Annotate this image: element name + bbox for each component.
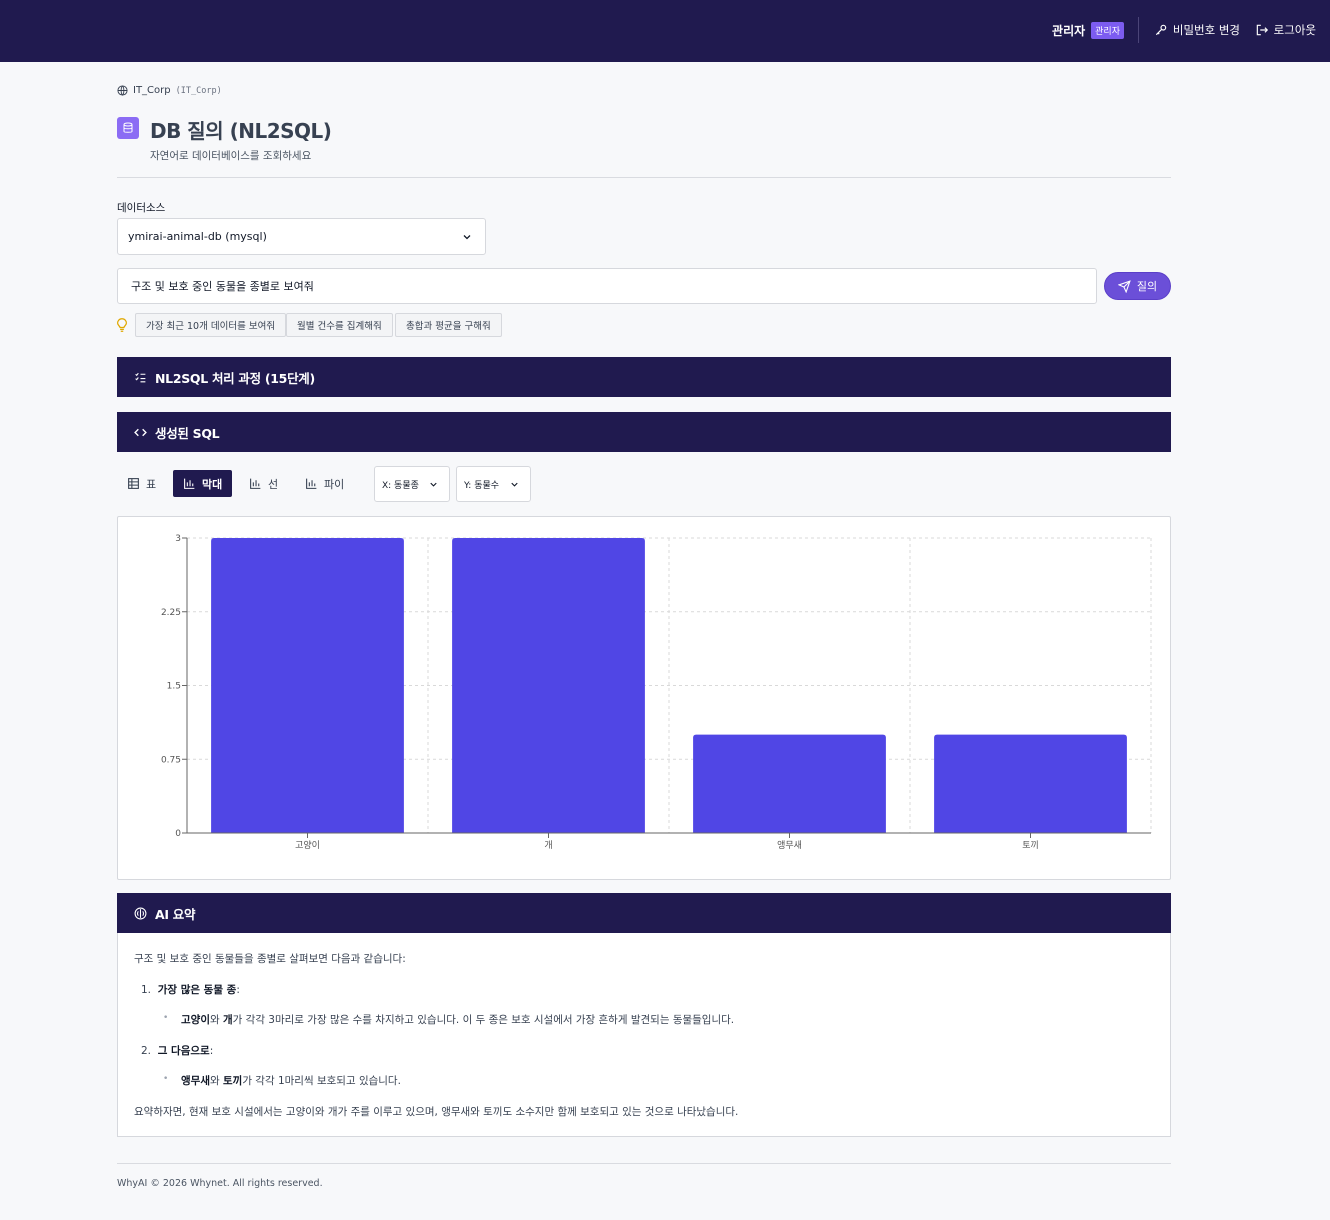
summary-item-2-text: 가 각각 1마리씩 보호되고 있습니다. xyxy=(242,1075,401,1087)
sql-panel-header[interactable]: 생성된 SQL xyxy=(117,412,1171,452)
summary-item-2-number: 2. xyxy=(141,1045,152,1057)
suggestion-chip[interactable]: 가장 최근 10개 데이터를 보여줘 xyxy=(135,313,287,337)
summary-item-2-detail: 앵무새와 토끼가 각각 1마리씩 보호되고 있습니다. xyxy=(181,1073,401,1088)
summary-item-2-colon: : xyxy=(209,1045,214,1057)
submit-query-button[interactable]: 질의 xyxy=(1104,272,1171,300)
tab-bar[interactable]: 막대 xyxy=(173,470,233,497)
chevron-down-icon xyxy=(463,234,471,239)
datasource-label: 데이터소스 xyxy=(117,202,166,214)
navbar-divider xyxy=(1138,17,1139,43)
table-icon xyxy=(128,478,139,489)
tab-bar-label: 막대 xyxy=(202,477,223,491)
y-axis-value: Y: 동물수 xyxy=(464,480,500,491)
summary-item-2-heading: 그 다음으로 xyxy=(157,1045,210,1057)
summary-animal-parrot: 앵무새 xyxy=(181,1075,210,1087)
footer-divider xyxy=(117,1163,1171,1164)
globe-icon xyxy=(117,85,128,96)
y-tick-label: 1.5 xyxy=(167,682,181,692)
logout-label: 로그아웃 xyxy=(1273,23,1316,37)
pie-chart-icon xyxy=(306,478,317,489)
suggestion-chip[interactable]: 총합과 평균을 구해줘 xyxy=(395,313,502,337)
line-chart-icon xyxy=(250,478,261,489)
query-input[interactable]: 구조 및 보호 중인 동물을 종별로 보여줘 xyxy=(117,268,1097,304)
change-password-link[interactable]: 비밀번호 변경 xyxy=(1154,22,1240,38)
tab-line-label: 선 xyxy=(268,477,279,491)
process-panel-title: NL2SQL 처리 과정 (15단계) xyxy=(155,370,315,386)
submit-query-label: 질의 xyxy=(1136,280,1158,293)
x-axis-value: X: 동물종 xyxy=(382,480,419,491)
x-tick-label: 개 xyxy=(544,840,552,851)
tab-pie-label: 파이 xyxy=(324,477,345,491)
bar xyxy=(211,538,404,833)
send-icon xyxy=(1117,279,1131,293)
summary-item-1-number: 1. xyxy=(141,984,152,996)
y-tick-label: 3 xyxy=(175,534,181,544)
bar xyxy=(693,734,886,833)
bullet-icon: • xyxy=(163,1074,169,1084)
user-info: 관리자 관리자 xyxy=(1052,22,1124,39)
summary-item-1: 1. 가장 많은 동물 종: xyxy=(141,982,240,997)
summary-item-1-colon: : xyxy=(236,984,240,996)
bar xyxy=(934,734,1127,833)
change-password-label: 비밀번호 변경 xyxy=(1172,23,1240,37)
tab-table[interactable]: 표 xyxy=(117,470,166,497)
chevron-down-icon xyxy=(430,482,437,487)
page-title: DB 질의 (NL2SQL) xyxy=(150,119,332,143)
role-badge: 관리자 xyxy=(1091,22,1124,39)
summary-intro: 구조 및 보호 중인 동물들을 종별로 살펴보면 다음과 같습니다: xyxy=(134,953,406,965)
summary-item-1-detail: 고양이와 개가 각각 3마리로 가장 많은 수를 차지하고 있습니다. 이 두 … xyxy=(181,1012,734,1027)
y-axis-select[interactable]: Y: 동물수 xyxy=(456,466,531,502)
y-tick-label: 2.25 xyxy=(161,608,181,618)
bar xyxy=(452,538,645,833)
x-axis-select[interactable]: X: 동물종 xyxy=(374,466,450,502)
x-tick-label: 고양이 xyxy=(295,840,320,851)
x-tick-label: 토끼 xyxy=(1022,840,1039,851)
chevron-down-icon xyxy=(511,482,518,487)
tab-pie[interactable]: 파이 xyxy=(295,470,354,497)
brain-icon xyxy=(134,907,147,919)
list-check-icon xyxy=(135,372,146,382)
summary-animal-cat: 고양이 xyxy=(181,1014,210,1026)
page-subtitle: 자연어로 데이터베이스를 조회하세요 xyxy=(150,150,312,162)
datasource-value: ymirai-animal-db (mysql) xyxy=(128,230,267,243)
summary-item-2: 2. 그 다음으로: xyxy=(141,1043,213,1058)
bar-chart-icon xyxy=(184,478,195,489)
bullet-icon: • xyxy=(163,1013,169,1023)
summary-item-1-text: 가 각각 3마리로 가장 많은 수를 차지하고 있습니다. 이 두 종은 보호 … xyxy=(232,1014,735,1026)
suggestion-chip[interactable]: 월별 건수를 집계해줘 xyxy=(286,313,393,337)
summary-animal-dog: 개 xyxy=(222,1014,233,1026)
summary-conj: 와 xyxy=(209,1075,223,1087)
y-tick-label: 0 xyxy=(175,829,181,839)
tab-table-label: 표 xyxy=(146,477,157,491)
footer-text: WhyAI © 2026 Whynet. All rights reserved… xyxy=(117,1178,323,1189)
y-tick-label: 0.75 xyxy=(161,755,181,765)
database-icon xyxy=(117,117,139,139)
summary-item-1-heading: 가장 많은 동물 종 xyxy=(157,984,237,996)
org-name: IT_Corp xyxy=(133,85,171,96)
divider xyxy=(117,177,1171,178)
x-tick-label: 앵무새 xyxy=(777,840,802,851)
lightbulb-icon xyxy=(117,318,127,332)
logout-link[interactable]: 로그아웃 xyxy=(1255,22,1316,38)
summary-animal-rabbit: 토끼 xyxy=(222,1075,243,1087)
process-panel-header[interactable]: NL2SQL 처리 과정 (15단계) xyxy=(117,357,1171,397)
datasource-select[interactable]: ymirai-animal-db (mysql) xyxy=(117,218,486,255)
summary-conj: 와 xyxy=(209,1014,223,1026)
sql-panel-title: 생성된 SQL xyxy=(155,425,220,441)
logout-icon xyxy=(1256,24,1268,36)
code-icon xyxy=(134,428,147,436)
username: 관리자 xyxy=(1052,24,1086,38)
key-icon xyxy=(1155,24,1167,36)
summary-panel-header[interactable]: AI 요약 xyxy=(117,893,1171,933)
breadcrumb: IT_Corp (IT_Corp) xyxy=(117,85,222,96)
top-navbar: 관리자 관리자 비밀번호 변경 로그아웃 xyxy=(0,0,1330,62)
tab-line[interactable]: 선 xyxy=(239,470,288,497)
summary-conclusion: 요약하자면, 현재 보호 시설에서는 고양이와 개가 주를 이루고 있으며, 앵… xyxy=(134,1106,739,1118)
bar-chart-canvas: 0 0.75 1.5 2.25 3 고양이 개 앵무새 토끼 xyxy=(161,534,1152,851)
summary-body: 구조 및 보호 중인 동물들을 종별로 살펴보면 다음과 같습니다: 1. 가장… xyxy=(117,933,1171,1137)
summary-panel-title: AI 요약 xyxy=(155,906,196,922)
bar-chart: 0 0.75 1.5 2.25 3 고양이 개 앵무새 토끼 xyxy=(117,516,1171,880)
org-code: (IT_Corp) xyxy=(175,85,222,96)
